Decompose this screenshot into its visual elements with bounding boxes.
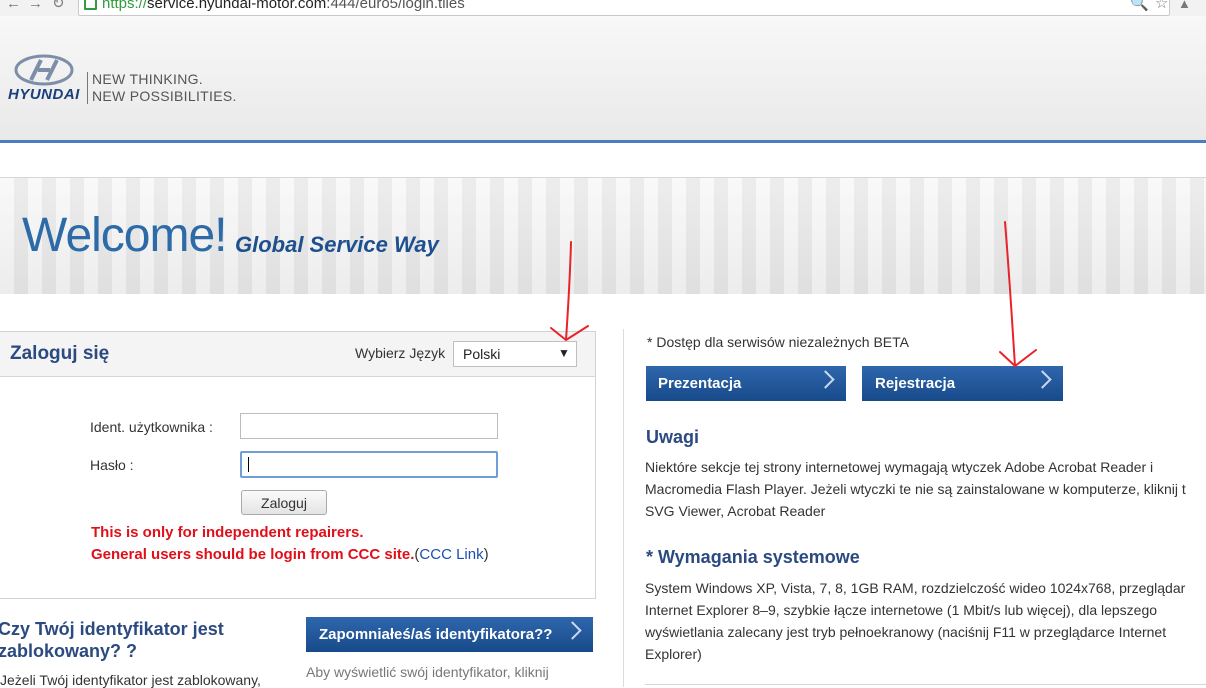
scroll-up-icon[interactable]: ▲ [1178, 0, 1191, 14]
back-arrow-icon[interactable]: ← [6, 0, 21, 14]
url-host: service.hyundai-motor.com [147, 0, 327, 12]
independent-repairers-warning: This is only for independent repairers. [91, 524, 364, 541]
paren-close: ) [483, 546, 489, 563]
username-label: Ident. użytkownika : [90, 419, 213, 435]
url-scheme: https:// [102, 0, 148, 12]
presentation-button[interactable]: Prezentacja [646, 366, 846, 401]
presentation-button-label: Prezentacja [658, 375, 742, 392]
global-service-way-subtitle: Global Service Way [235, 232, 439, 257]
notes-heading: Uwagi [646, 427, 700, 447]
chevron-right-icon [563, 621, 582, 640]
tagline-line1: NEW THINKING. [92, 71, 203, 87]
lock-icon [84, 0, 97, 10]
text-cursor [248, 457, 249, 472]
column-divider [623, 329, 624, 687]
registration-button[interactable]: Rejestracja [862, 366, 1063, 401]
password-label: Hasło : [90, 457, 134, 473]
blocked-id-heading: Czy Twój identyfikator jest zablokowany?… [0, 619, 224, 661]
ccc-site-warning: General users should be login from CCC s… [91, 546, 415, 563]
beta-access-note: * Dostęp dla serwisów niezależnych BETA [647, 334, 909, 350]
hyundai-emblem-icon[interactable] [14, 54, 74, 86]
ccc-site-notice: General users should be login from CCC s… [91, 546, 489, 563]
forgot-id-button[interactable]: Zapomniałeś/aś identyfikatora?? [306, 617, 593, 652]
language-select-value[interactable]: Polski [463, 346, 500, 362]
chevron-right-icon [1033, 370, 1052, 389]
tagline-line2: NEW POSSIBILITIES. [92, 88, 237, 104]
forgot-id-hint: Aby wyświetlić swój identyfikator, klikn… [306, 664, 549, 680]
section-divider [645, 684, 1206, 685]
registration-button-label: Rejestracja [875, 375, 956, 392]
url-path: :444/euro5/login.tiles [326, 0, 465, 12]
system-requirements-text: System Windows XP, Vista, 7, 8, 1GB RAM,… [645, 580, 1186, 662]
system-requirements-heading: * Wymagania systemowe [646, 547, 860, 567]
ccc-link[interactable]: CCC Link [419, 546, 483, 563]
star-icon[interactable]: ☆ [1155, 0, 1168, 14]
chevron-down-icon[interactable]: ▼ [558, 346, 570, 360]
blocked-id-text: Jeżeli Twój identyfikator jest zablokowa… [0, 672, 261, 688]
welcome-heading: Welcome! [22, 209, 228, 262]
reload-icon[interactable]: ↻ [52, 0, 65, 14]
language-label: Wybierz Język [355, 345, 446, 361]
login-title: Zaloguj się [10, 343, 110, 364]
notes-text: Niektóre sekcje tej strony internetowej … [645, 459, 1186, 519]
chevron-right-icon [816, 370, 835, 389]
hyundai-logo-text[interactable]: HYUNDAI [8, 86, 80, 103]
address-bar-url[interactable]: https://service.hyundai-motor.com:444/eu… [102, 0, 465, 14]
username-input[interactable] [240, 413, 498, 439]
forward-arrow-icon[interactable]: → [28, 0, 43, 14]
login-button[interactable]: Zaloguj [241, 490, 327, 515]
logo-divider [87, 72, 88, 104]
zoom-icon[interactable]: 🔍 [1130, 0, 1149, 14]
forgot-id-button-label: Zapomniałeś/aś identyfikatora?? [319, 626, 553, 643]
nav-strip [0, 143, 1206, 178]
password-input[interactable] [240, 451, 498, 478]
